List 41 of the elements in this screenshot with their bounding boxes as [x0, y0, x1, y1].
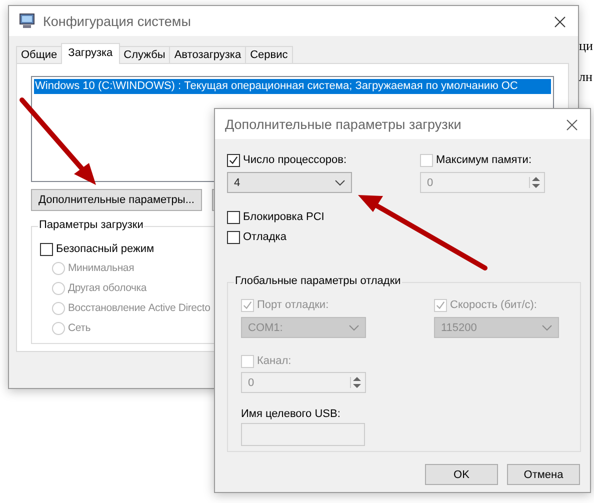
field-label: Имя целевого USB:	[241, 408, 342, 420]
caret-icon	[335, 180, 345, 186]
list-item[interactable]: Windows 10 (C:\WINDOWS) : Текущая операционная система; Загружаемая по умолчанию ОС	[34, 79, 551, 94]
group-title: Параметры загрузки	[38, 219, 144, 231]
close-icon[interactable]	[554, 16, 566, 28]
computer-icon	[19, 13, 35, 29]
checkbox[interactable]	[40, 242, 53, 256]
checkbox-label: Число процессоров:	[243, 154, 347, 166]
radio-label: Минимальная	[68, 262, 134, 274]
spin-down-icon[interactable]	[353, 384, 361, 388]
spin-up-icon[interactable]	[353, 377, 361, 381]
tab[interactable]: Службы	[118, 46, 170, 63]
checkbox[interactable]	[227, 154, 240, 166]
checkbox[interactable]	[227, 230, 240, 244]
checkbox-label: Порт отладки:	[257, 299, 329, 311]
checkbox-label: Скорость (бит/с):	[450, 299, 537, 311]
checkbox[interactable]	[227, 210, 240, 224]
advanced-options-button[interactable]: Дополнительные параметры...	[31, 189, 202, 211]
close-icon[interactable]	[566, 119, 578, 131]
cancel-button[interactable]: Отмена	[507, 464, 580, 485]
tab[interactable]: Загрузка	[61, 43, 120, 64]
tab[interactable]: Общие	[16, 46, 62, 63]
checkbox-label: Канал:	[257, 355, 292, 367]
window-title: Конфигурация системы	[43, 14, 191, 28]
caret-icon	[349, 324, 359, 330]
radio-label: Восстановление Active Directo	[68, 302, 210, 314]
checkbox-label: Блокировка PCI	[243, 211, 324, 223]
background-text: ци	[579, 38, 593, 54]
ok-button[interactable]: OK	[425, 464, 498, 485]
processor-count-dropdown[interactable]: 4	[227, 172, 352, 193]
checkbox-label: Отладка	[243, 231, 286, 243]
checkbox-label: Максимум памяти:	[436, 154, 532, 166]
tab[interactable]: Сервис	[245, 46, 293, 63]
tab[interactable]: Автозагрузка	[169, 46, 246, 63]
group-title: Глобальные параметры отладки	[234, 275, 402, 287]
dialog-title: Дополнительные параметры загрузки	[225, 116, 462, 132]
radio-label: Сеть	[68, 322, 91, 334]
background-text: лн	[579, 69, 592, 85]
checkbox-label: Безопасный режим	[56, 243, 154, 255]
radio-label: Другая оболочка	[68, 282, 147, 294]
caret-icon	[542, 324, 552, 330]
